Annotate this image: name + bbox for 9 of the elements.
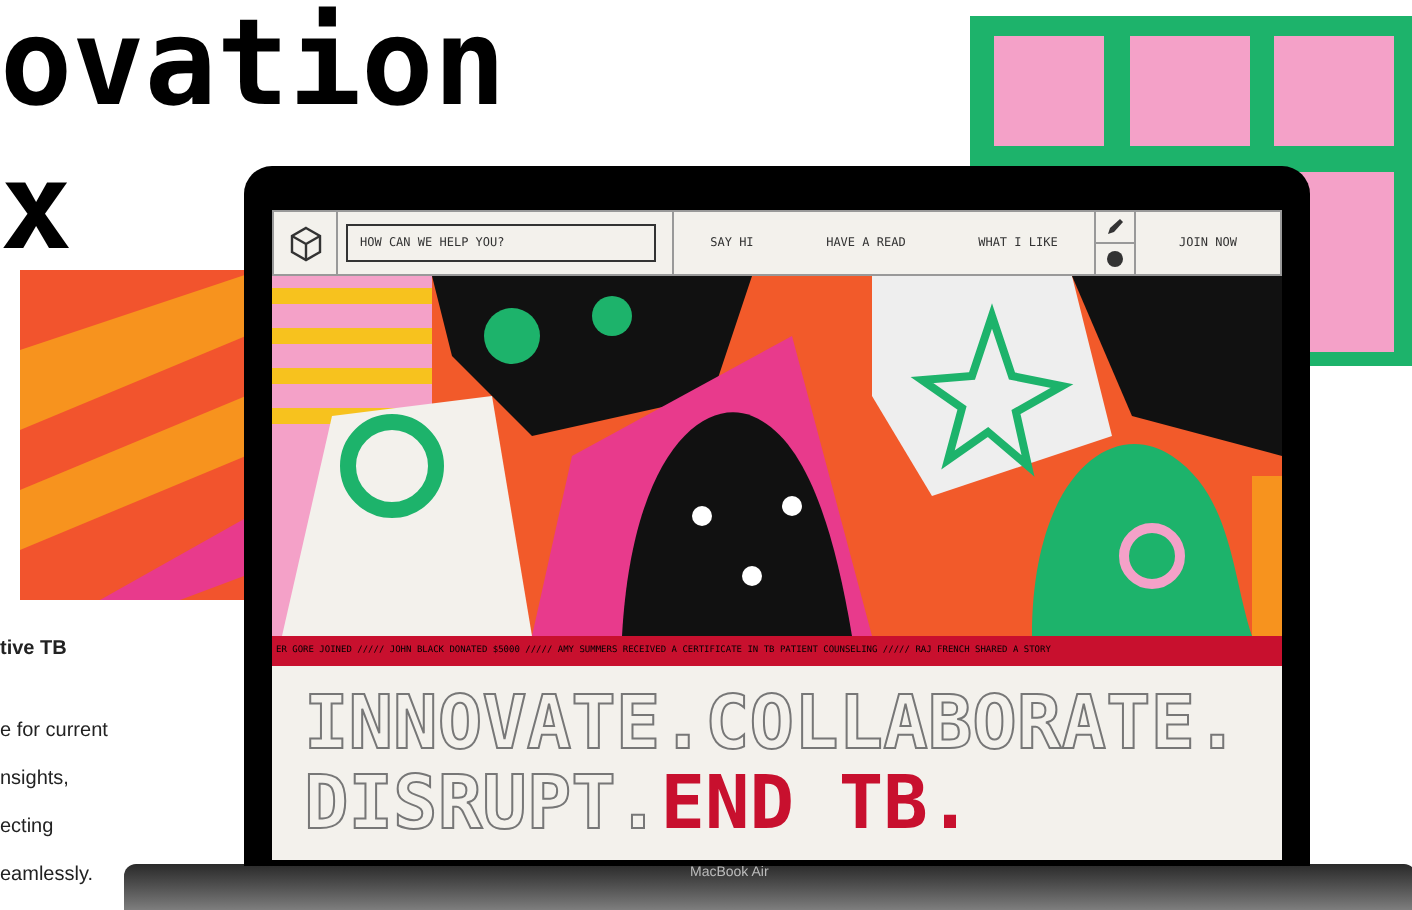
hero-highlight: END TB. <box>660 763 973 843</box>
page-heading: x <box>0 136 73 280</box>
hero-heading: INNOVATE.COLLABORATE. <box>304 683 1240 763</box>
description-paragraph: e for current nsights, ecting eamlessly. <box>0 718 110 890</box>
section-title: tive TB <box>0 636 69 664</box>
hero-heading: DISRUPT. <box>304 763 661 843</box>
page-heading: ovation <box>0 0 506 136</box>
cube-logo-icon[interactable] <box>285 223 325 263</box>
pencil-icon[interactable] <box>1106 218 1124 236</box>
